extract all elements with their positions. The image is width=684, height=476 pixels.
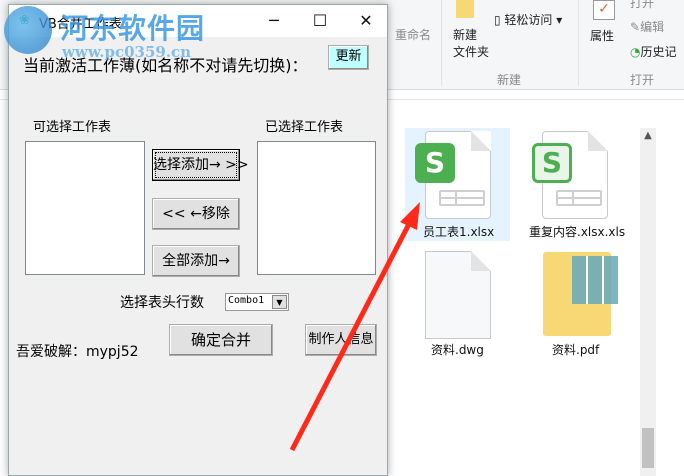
red-arrow-annotation	[289, 202, 420, 452]
